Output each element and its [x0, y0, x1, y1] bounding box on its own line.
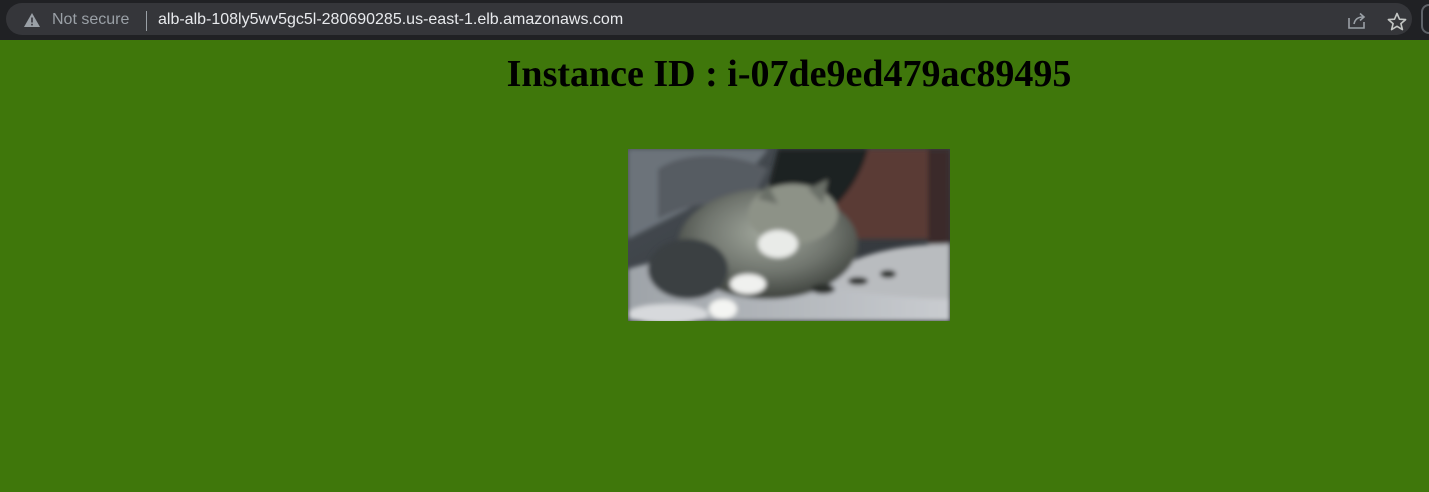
- share-icon[interactable]: [1347, 12, 1367, 30]
- url-text[interactable]: alb-alb-108ly5wv5gc5l-280690285.us-east-…: [158, 11, 623, 29]
- security-status-label[interactable]: Not secure: [52, 11, 129, 29]
- page-body: Instance ID : i-07de9ed479ac89495: [0, 40, 1429, 492]
- star-icon[interactable]: [1387, 12, 1407, 32]
- cat-photo-graphic: [628, 149, 950, 321]
- cat-photo: [628, 149, 950, 321]
- profile-button[interactable]: [1421, 4, 1429, 34]
- omnibox-divider: [146, 11, 147, 31]
- address-bar[interactable]: Not secure alb-alb-108ly5wv5gc5l-2806902…: [6, 3, 1412, 35]
- warning-icon[interactable]: [24, 13, 40, 27]
- instance-id-heading: Instance ID : i-07de9ed479ac89495: [506, 53, 1072, 95]
- browser-toolbar: Not secure alb-alb-108ly5wv5gc5l-2806902…: [0, 0, 1429, 40]
